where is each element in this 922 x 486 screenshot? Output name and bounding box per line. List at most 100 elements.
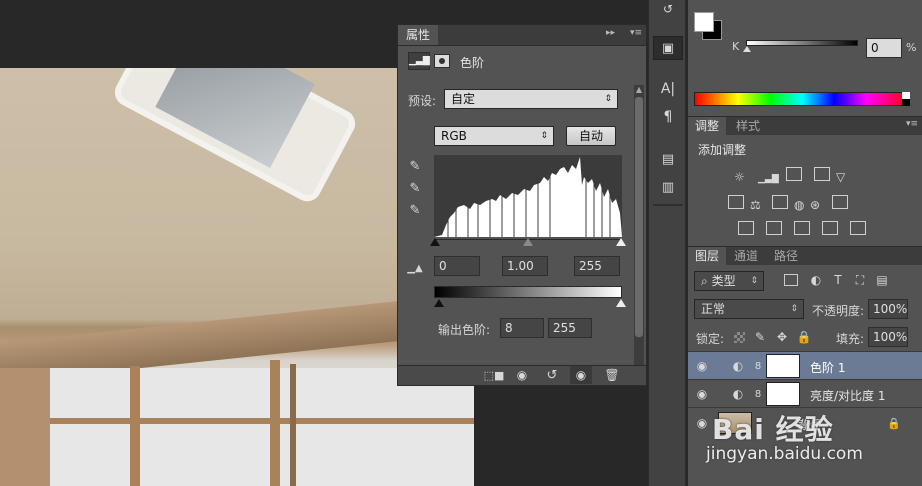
lock-transparent-icon[interactable] [734, 332, 745, 343]
output-black-slider[interactable] [434, 299, 444, 307]
layer-row[interactable]: ◉ ◐ 8 色阶 1 [688, 351, 922, 379]
histogram-graph [434, 157, 622, 237]
panel-menu-icon[interactable]: ▾≡ [906, 119, 918, 129]
output-black-field[interactable]: 8 [500, 318, 544, 338]
notes-icon[interactable]: ▤ [659, 150, 677, 168]
visibility-eye-icon[interactable]: ◉ [694, 386, 710, 402]
layer-mask-thumbnail[interactable] [766, 354, 800, 378]
color-spectrum-bar[interactable] [694, 92, 910, 106]
character-icon[interactable]: A| [659, 80, 677, 98]
panel-title: 色阶 [460, 56, 485, 70]
output-levels-label: 输出色阶: [438, 323, 491, 337]
visibility-eye-icon[interactable]: ◉ [694, 415, 710, 431]
tab-properties[interactable]: 属性 [398, 25, 439, 45]
scroll-up-arrow[interactable]: ▲ [634, 85, 644, 95]
channel-mixer-icon[interactable]: ⊛ [810, 198, 826, 212]
lock-all-icon[interactable]: 🔒 [796, 329, 812, 345]
tab-paths[interactable]: 路径 [774, 247, 798, 265]
document-icon[interactable]: ▥ [659, 178, 677, 196]
exposure-icon[interactable] [814, 167, 830, 181]
fill-field[interactable]: 100% [868, 327, 908, 347]
curves-icon[interactable] [786, 167, 802, 181]
color-lookup-icon[interactable] [832, 195, 848, 209]
channel-dropdown[interactable]: RGB ⇕ [434, 126, 554, 146]
layer-mask-thumbnail[interactable] [766, 382, 800, 406]
scroll-thumb[interactable] [635, 97, 643, 337]
tab-layers[interactable]: 图层 [688, 247, 727, 265]
k-value-field[interactable]: 0 [866, 38, 902, 58]
layers-tabbar: 图层 通道 路径 [688, 247, 922, 265]
spectrum-white-chip[interactable] [902, 92, 910, 99]
brightness-icon[interactable]: ☼ [734, 170, 754, 184]
input-gamma-field[interactable]: 1.00 [502, 256, 548, 276]
filter-adjustment-icon[interactable]: ◐ [808, 272, 824, 288]
reset-icon[interactable]: ↺ [542, 366, 562, 384]
levels-icon[interactable]: ▁▃▇ [758, 174, 779, 184]
photo-filter-icon[interactable]: ◍ [794, 198, 810, 212]
view-previous-state-icon[interactable]: ◉ [512, 366, 532, 384]
lock-position-icon[interactable]: ✥ [774, 329, 790, 345]
layer-filter-dropdown[interactable]: ⌕ 类型 ⇕ [694, 271, 764, 291]
input-black-slider[interactable] [430, 238, 440, 246]
adjustment-layer-icon: ◐ [732, 359, 744, 373]
filter-type-icon[interactable]: T [830, 272, 846, 288]
opacity-field[interactable]: 100% [868, 299, 908, 319]
auto-button[interactable]: 自动 [566, 126, 616, 146]
lock-icon: 🔒 [887, 416, 901, 430]
lock-image-icon[interactable]: ✎ [752, 329, 768, 345]
properties-dock-icon[interactable]: ▣ [653, 36, 683, 60]
input-white-slider[interactable] [616, 238, 626, 246]
photo-window-frame-3 [50, 418, 474, 424]
trash-icon[interactable]: 🗑 [602, 366, 622, 384]
properties-tabbar: 属性 ▸▸ ▾≡ [398, 25, 646, 46]
white-point-eyedropper-icon[interactable]: ✎ [406, 201, 424, 219]
k-slider-handle[interactable] [743, 46, 751, 52]
panel-menu-icon[interactable]: ▾≡ [630, 28, 642, 38]
filter-shape-icon[interactable]: ⛶ [852, 272, 868, 288]
black-white-icon[interactable] [772, 195, 788, 209]
threshold-icon[interactable] [794, 221, 810, 235]
clipping-warning-icon[interactable]: ▁▲ [404, 261, 426, 275]
clip-to-layer-icon[interactable]: ⬚■ [484, 366, 505, 384]
input-white-field[interactable]: 255 [574, 256, 620, 276]
collapse-icon[interactable]: ▸▸ [606, 28, 615, 38]
history-icon[interactable]: ↺ [659, 0, 677, 18]
black-point-eyedropper-icon[interactable]: ✎ [406, 157, 424, 175]
color-balance-icon[interactable]: ⚖ [750, 198, 766, 212]
adjustment-icons-row-1: ☼ ▁▃▇ ▽ [732, 167, 852, 184]
paragraph-icon[interactable]: ¶ [659, 108, 677, 126]
search-icon: ⌕ [701, 274, 708, 288]
input-black-field[interactable]: 0 [434, 256, 480, 276]
layer-row[interactable]: ◉ ◐ 8 亮度/对比度 1 [688, 379, 922, 407]
blend-mode-dropdown[interactable]: 正常 ⇕ [694, 299, 804, 319]
gray-point-eyedropper-icon[interactable]: ✎ [406, 179, 424, 197]
link-icon[interactable]: 8 [752, 358, 764, 374]
visibility-eye-icon[interactable]: ◉ [694, 358, 710, 374]
vibrance-icon[interactable]: ▽ [836, 170, 852, 184]
output-white-field[interactable]: 255 [548, 318, 592, 338]
filter-smart-object-icon[interactable]: ▤ [874, 272, 890, 288]
tab-styles[interactable]: 样式 [734, 117, 762, 135]
link-icon[interactable]: 8 [752, 386, 764, 402]
filter-pixel-icon[interactable] [784, 274, 798, 286]
invert-icon[interactable] [738, 221, 754, 235]
mask-icon[interactable] [434, 54, 450, 68]
selective-color-icon[interactable] [822, 221, 838, 235]
properties-panel: 属性 ▸▸ ▾≡ ▁▃▇ 色阶 预设: 自定 ⇕ RGB ⇕ 自动 ✎ ✎ ✎ [397, 24, 647, 386]
layer-name: 色阶 1 [810, 361, 846, 375]
adjustment-layer-icon: ◐ [732, 387, 744, 401]
preset-dropdown[interactable]: 自定 ⇕ [444, 89, 618, 109]
tab-adjustments[interactable]: 调整 [688, 117, 727, 135]
input-gamma-slider[interactable] [523, 238, 533, 246]
posterize-icon[interactable] [766, 221, 782, 235]
visibility-eye-icon[interactable]: ◉ [570, 366, 592, 384]
tab-channels[interactable]: 通道 [734, 247, 758, 265]
k-slider-track[interactable] [746, 40, 858, 46]
adjustment-icons-row-3 [732, 221, 872, 238]
spectrum-black-chip[interactable] [902, 99, 910, 106]
foreground-color-swatch[interactable] [694, 12, 714, 32]
hue-saturation-icon[interactable] [728, 195, 744, 209]
output-white-slider[interactable] [616, 299, 626, 307]
panel-scrollbar[interactable]: ▲ [634, 85, 644, 367]
gradient-map-icon[interactable] [850, 221, 866, 235]
